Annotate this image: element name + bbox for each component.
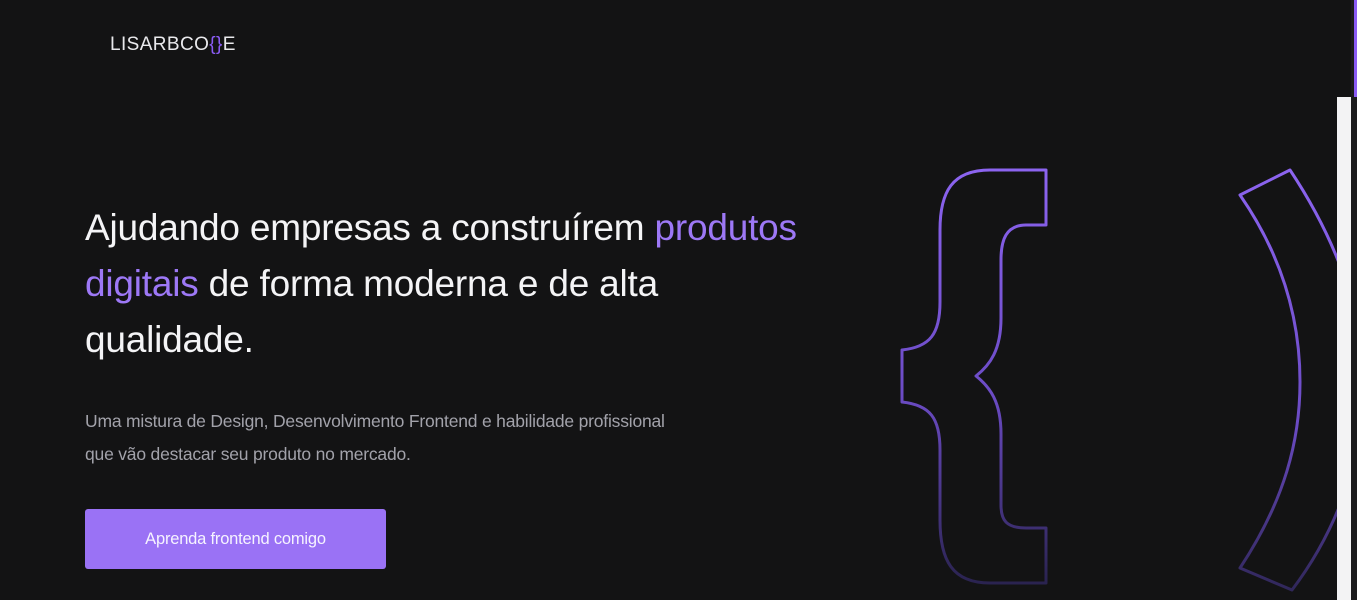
hero-title-part1: Ajudando empresas a construírem: [85, 207, 655, 248]
hero-subtitle: Uma mistura de Design, Desenvolvimento F…: [85, 411, 665, 464]
logo-text-suffix: E: [222, 34, 236, 55]
landing-page: LISARBCO { } E Ajudando empresas a const…: [0, 0, 1357, 600]
hero-title: Ajudando empresas a construírem produtos…: [85, 200, 805, 368]
code-braces-icon: [900, 168, 1357, 592]
scrollbar[interactable]: [1337, 97, 1351, 600]
logo-brace-close: }: [216, 34, 223, 55]
open-brace-shape: [900, 168, 1048, 585]
logo-text-prefix: LISARBCO: [110, 34, 210, 55]
learn-frontend-button[interactable]: Aprenda frontend comigo: [85, 509, 386, 569]
logo-brace-open: {: [209, 34, 217, 55]
logo[interactable]: LISARBCO { } E: [110, 34, 236, 56]
